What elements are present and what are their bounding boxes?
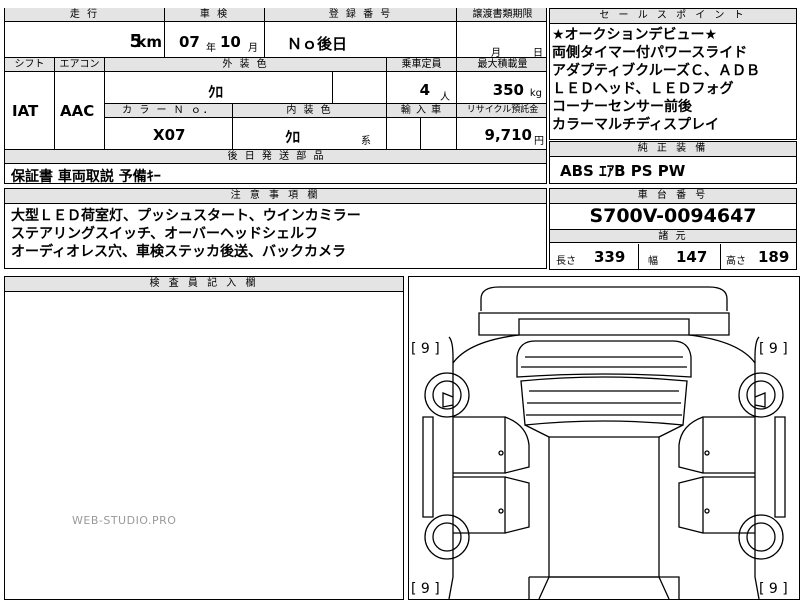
sales-point-line: ★オークションデビュー★ [552,27,718,43]
import-label: 輸 入 車 [387,104,457,118]
inspection-year: 07 [179,33,200,51]
max-load-value: 350 [492,81,524,99]
sales-point-line: ＬＥＤヘッド、ＬＥＤフォグ [552,81,734,97]
height-value: 189 [758,248,790,266]
capacity-cell: 4 人 [387,72,457,104]
capacity-unit: 人 [440,92,450,103]
sales-points-label: セ ー ル ス ポ イ ン ト [550,9,796,24]
notes-line: オーディオレス穴、車検ステッカ後送、バックカメラ [11,244,347,260]
car-diagram: [ 9 ] [ 9 ] [ 9 ] [ 9 ] [408,276,800,600]
capacity-value: 4 [419,81,430,99]
notes-line: 大型ＬＥＤ荷室灯、プッシュスタート、ウインカミラー [11,208,361,224]
car-diagram-svg [422,286,786,600]
chassis-label: 車 台 番 号 [550,189,796,204]
height-label: 高さ [726,256,746,267]
sales-point-line: コーナーセンサー前後 [552,99,692,115]
length-value: 339 [594,248,626,266]
color-no-value: X07 [153,126,186,144]
interior-color-suffix: 系 [361,136,371,147]
registration-value: Ｎｏ後日 [287,35,348,53]
shift-value: IAT [12,102,39,120]
sales-point-line: カラーマルチディスプレイ [552,117,720,133]
watermark: WEB-STUDIO.PRO [72,514,177,527]
length-label: 長さ [556,256,576,267]
import-cell-b [421,118,457,150]
recycle-value: 9,710 [484,126,532,144]
transfer-date-label: 譲渡書類期限 [457,8,546,22]
width-label: 幅 [648,256,658,267]
registration-cell: Ｎｏ後日 [265,22,457,58]
inspection-label: 車 検 [165,8,265,22]
chassis-box: 車 台 番 号 S700V-0094647 諸 元 長さ 339 幅 147 高… [549,188,797,270]
inspector-box: 検 査 員 記 入 欄 [4,276,404,600]
exterior-color-extra [333,72,387,104]
sales-points-list: ★オークションデビュー★ 両側タイマー付パワースライド アダプティブクルーズＣ、… [552,26,760,134]
notes-list: 大型ＬＥＤ荷室灯、プッシュスタート、ウインカミラー ステアリングスイッチ、オーバ… [11,207,361,261]
exterior-color-value: ｸﾛ [208,83,224,101]
tire-label-front-left: [ 9 ] [411,341,440,357]
interior-color-value: ｸﾛ [285,128,301,146]
recycle-label: リサイクル預託金 [457,104,546,118]
interior-color-cell: ｸﾛ 系 [233,118,387,150]
tire-label-rear-left: [ 9 ] [411,581,440,597]
tire-label-front-right: [ 9 ] [759,341,788,357]
chassis-number: S700V-0094647 [589,205,757,227]
genuine-equipment-box: 純 正 装 備 ABS ｴｱB PS PW [549,141,797,184]
color-no-label: カ ラ ー Ｎ ｏ． [105,104,233,118]
inspection-year-unit: 年 [206,43,216,54]
recycle-unit: 円 [534,136,544,147]
inspection-month-unit: 月 [248,43,258,54]
exterior-color-label: 外 装 色 [105,58,387,72]
import-cell-a [387,118,421,150]
interior-color-label: 内 装 色 [233,104,387,118]
notes-line: ステアリングスイッチ、オーバーヘッドシェルフ [11,226,319,242]
aircon-value: AAC [60,102,95,120]
genuine-equipment-value: ABS ｴｱB PS PW [560,162,686,180]
mileage-label: 走 行 [5,8,165,22]
notes-label: 注 意 事 項 欄 [5,189,546,204]
tire-label-rear-right: [ 9 ] [759,581,788,597]
aircon-label: エアコン [55,58,105,72]
transfer-day-unit: 日 [533,48,543,59]
specs-row: 長さ 339 幅 147 高さ 189 [550,244,796,269]
shift-label: シフト [5,58,55,72]
max-load-cell: 350 kg [457,72,546,104]
mileage-unit: km [136,33,162,51]
notes-box: 注 意 事 項 欄 大型ＬＥＤ荷室灯、プッシュスタート、ウインカミラー ステアリ… [4,188,547,269]
sales-point-line: アダプティブクルーズＣ、ＡＤＢ [552,63,761,79]
transfer-date-cell: 月 日 [457,22,546,59]
later-parts-value: 保証書 車両取説 予備ｷｰ [11,169,161,184]
capacity-label: 乗車定員 [387,58,457,72]
max-load-label: 最大積載量 [457,58,546,72]
genuine-equipment-label: 純 正 装 備 [550,142,796,157]
sales-points-box: セ ー ル ス ポ イ ン ト ★オークションデビュー★ 両側タイマー付パワース… [549,8,797,140]
color-no-cell: X07 [105,118,233,150]
sales-point-line: 両側タイマー付パワースライド [552,45,748,61]
registration-label: 登 録 番 号 [265,8,457,22]
specs-label: 諸 元 [550,229,796,243]
later-parts-label: 後 日 発 送 部 品 [5,150,546,164]
transfer-month-unit: 月 [491,48,501,59]
inspector-label: 検 査 員 記 入 欄 [5,277,403,292]
exterior-color-cell: ｸﾛ [105,72,333,104]
inspection-cell: 07 年 10 月 [165,22,265,58]
inspection-month: 10 [220,33,241,51]
shift-cell: IAT [5,72,55,150]
width-value: 147 [676,248,708,266]
recycle-cell: 9,710 円 [457,118,546,150]
aircon-cell: AAC [55,72,105,150]
mileage-cell: 5 km [5,22,165,58]
max-load-unit: kg [529,88,542,99]
vehicle-info-table: 走 行 車 検 登 録 番 号 譲渡書類期限 5 km 07 年 10 月 Ｎｏ… [4,8,547,184]
